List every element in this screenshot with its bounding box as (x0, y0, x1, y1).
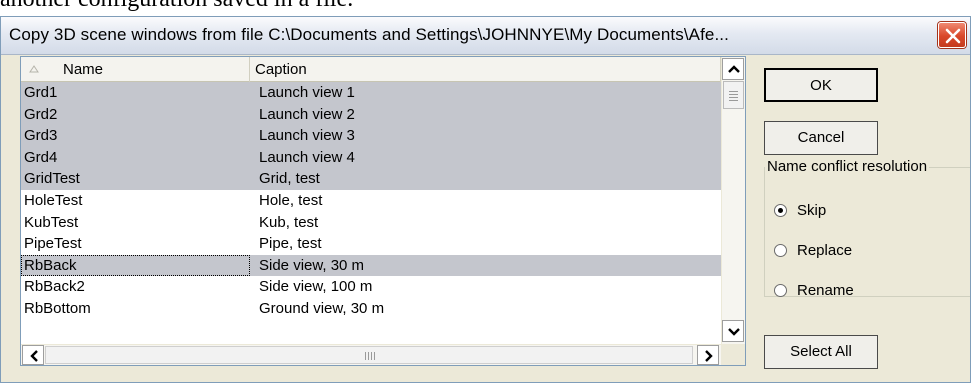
radio-rename-label: Rename (797, 282, 854, 299)
dialog-title: Copy 3D scene windows from file C:\Docum… (9, 25, 729, 44)
table-row[interactable]: Grd4 Launch view 4 (21, 146, 721, 169)
chevron-up-icon (728, 65, 740, 73)
chevron-down-icon (728, 328, 740, 336)
table-row[interactable]: GridTest Grid, test (21, 168, 721, 190)
close-button[interactable] (938, 22, 966, 48)
dialog-titlebar[interactable]: Copy 3D scene windows from file C:\Docum… (1, 17, 970, 55)
row-caption-cell: Side view, 30 m (259, 256, 365, 274)
scrollbar-corner (721, 344, 745, 365)
chevron-left-icon (30, 350, 38, 362)
row-name-cell: KubTest (24, 213, 79, 231)
scroll-up-button[interactable] (722, 58, 744, 80)
scroll-left-button[interactable] (22, 345, 44, 365)
cancel-button[interactable]: Cancel (764, 121, 878, 155)
ok-button-label: OK (810, 77, 832, 94)
row-name-cell: Grd2 (24, 105, 58, 123)
radio-rename-indicator (774, 284, 787, 297)
column-header-caption-label: Caption (255, 61, 307, 78)
row-caption-cell: Ground view, 30 m (259, 299, 385, 317)
scroll-down-button[interactable] (722, 320, 744, 342)
row-name-cell: HoleTest (24, 191, 83, 209)
column-header-caption[interactable]: Caption (250, 57, 721, 82)
row-name-cell: PipeTest (24, 235, 82, 253)
table-row[interactable]: RbBack2 Side view, 100 m (21, 276, 721, 298)
row-caption-cell: Launch view 2 (259, 105, 355, 123)
horizontal-scroll-thumb[interactable] (45, 346, 693, 364)
select-all-button[interactable]: Select All (764, 335, 878, 369)
row-caption-cell: Grid, test (259, 170, 320, 188)
vertical-scroll-thumb[interactable] (723, 81, 744, 109)
row-caption-cell: Hole, test (259, 191, 323, 209)
column-header-name-label: Name (63, 61, 104, 78)
select-all-button-label: Select All (790, 343, 852, 360)
close-icon (945, 28, 961, 44)
row-caption-cell: Side view, 100 m (259, 278, 373, 296)
row-name-cell: Grd4 (24, 148, 58, 166)
row-name-cell: RbBack2 (24, 278, 85, 296)
row-caption-cell: Kub, test (259, 213, 319, 231)
table-row[interactable]: HoleTest Hole, test (21, 190, 721, 212)
row-name-cell: Grd3 (24, 127, 58, 145)
radio-skip-indicator (774, 204, 787, 217)
table-row[interactable]: RbBack Side view, 30 m (21, 254, 721, 277)
table-row[interactable]: KubTest Kub, test (21, 212, 721, 234)
row-name-cell: RbBottom (24, 299, 91, 317)
radio-replace-indicator (774, 244, 787, 257)
list-rows: Grd1 Launch view 1 Grd2 Launch view 2 Grd3 La… (21, 82, 721, 344)
row-caption-cell: Launch view 1 (259, 84, 355, 101)
row-name-cell: Grd1 (24, 84, 58, 101)
ok-button[interactable]: OK (764, 68, 878, 102)
table-row[interactable]: Grd3 Launch view 3 (21, 125, 721, 147)
name-conflict-group-label: Name conflict resolution (765, 158, 930, 175)
horizontal-scrollbar[interactable] (21, 344, 721, 365)
table-row[interactable]: PipeTest Pipe, test (21, 233, 721, 255)
chevron-right-icon (705, 350, 713, 362)
name-conflict-group (764, 167, 970, 297)
row-name-cell: RbBack (21, 254, 250, 277)
scene-windows-list[interactable]: Name Caption Grd1 Launch view 1 Grd2 Launch… (20, 56, 746, 366)
background-document-text: another configuration saved in a file. (0, 0, 353, 13)
list-header: Name Caption (21, 57, 721, 82)
row-name-cell: GridTest (24, 170, 80, 188)
table-row[interactable]: Grd2 Launch view 2 (21, 103, 721, 126)
vertical-scrollbar[interactable] (721, 57, 745, 344)
radio-replace-label: Replace (797, 242, 853, 259)
table-row[interactable]: RbBottom Ground view, 30 m (21, 298, 721, 320)
row-caption-cell: Launch view 3 (259, 127, 355, 145)
column-header-name[interactable]: Name (21, 57, 250, 82)
table-row[interactable]: Grd1 Launch view 1 (21, 82, 721, 104)
row-caption-cell: Pipe, test (259, 235, 322, 253)
radio-skip-label: Skip (797, 202, 827, 219)
row-caption-cell: Launch view 4 (259, 148, 355, 166)
cancel-button-label: Cancel (797, 129, 845, 146)
scroll-right-button[interactable] (697, 345, 719, 365)
sort-ascending-icon (29, 65, 39, 73)
